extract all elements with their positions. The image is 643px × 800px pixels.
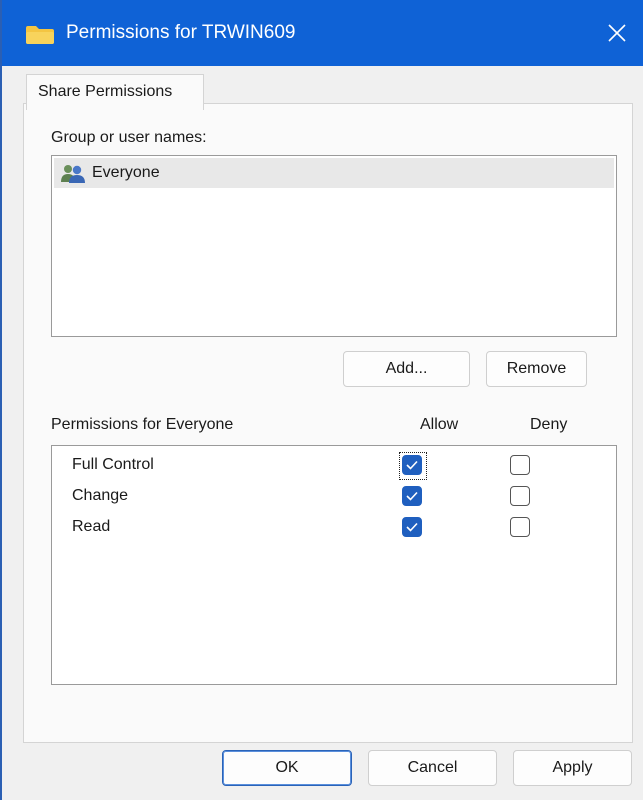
permission-row-read: Read — [54, 511, 614, 543]
list-item-label: Everyone — [92, 164, 160, 181]
allow-read-checkbox[interactable] — [402, 517, 422, 537]
window-title: Permissions for TRWIN609 — [66, 22, 296, 43]
add-button[interactable]: Add... — [343, 351, 470, 387]
title-bar[interactable]: Permissions for TRWIN609 — [2, 0, 643, 66]
ok-button[interactable]: OK — [222, 750, 352, 786]
tab-share-permissions[interactable]: Share Permissions — [26, 74, 204, 110]
dialog-footer: OK Cancel Apply — [2, 743, 643, 800]
close-icon — [608, 24, 626, 42]
deny-header: Deny — [530, 416, 568, 433]
permission-label: Full Control — [72, 456, 154, 473]
allow-header: Allow — [420, 416, 459, 433]
checkmark-icon — [406, 460, 418, 470]
deny-change-checkbox[interactable] — [510, 486, 530, 506]
groups-label: Group or user names: — [51, 129, 207, 146]
permission-label: Change — [72, 487, 129, 504]
cancel-button[interactable]: Cancel — [368, 750, 497, 786]
deny-read-checkbox[interactable] — [510, 517, 530, 537]
checkmark-icon — [406, 522, 418, 532]
checkmark-icon — [406, 491, 418, 501]
tab-strip: Share Permissions — [2, 66, 643, 110]
deny-full-control-checkbox[interactable] — [510, 455, 530, 475]
permissions-list: Full Control Change Read — [51, 445, 617, 685]
permissions-label: Permissions for Everyone — [51, 416, 234, 433]
allow-change-checkbox[interactable] — [402, 486, 422, 506]
list-item[interactable]: Everyone — [54, 158, 614, 188]
users-group-icon — [60, 164, 88, 189]
permission-row-full-control: Full Control — [54, 449, 614, 481]
folder-icon — [26, 26, 54, 44]
permissions-dialog: Permissions for TRWIN609 Share Permissio… — [0, 0, 643, 800]
close-button[interactable] — [591, 0, 643, 66]
permission-row-change: Change — [54, 480, 614, 512]
tab-panel: Group or user names: Everyone Add... Rem… — [23, 103, 633, 743]
group-user-list[interactable]: Everyone — [51, 155, 617, 337]
remove-button[interactable]: Remove — [486, 351, 587, 387]
permission-label: Read — [72, 518, 111, 535]
allow-full-control-checkbox[interactable] — [399, 452, 427, 480]
apply-button[interactable]: Apply — [513, 750, 632, 786]
